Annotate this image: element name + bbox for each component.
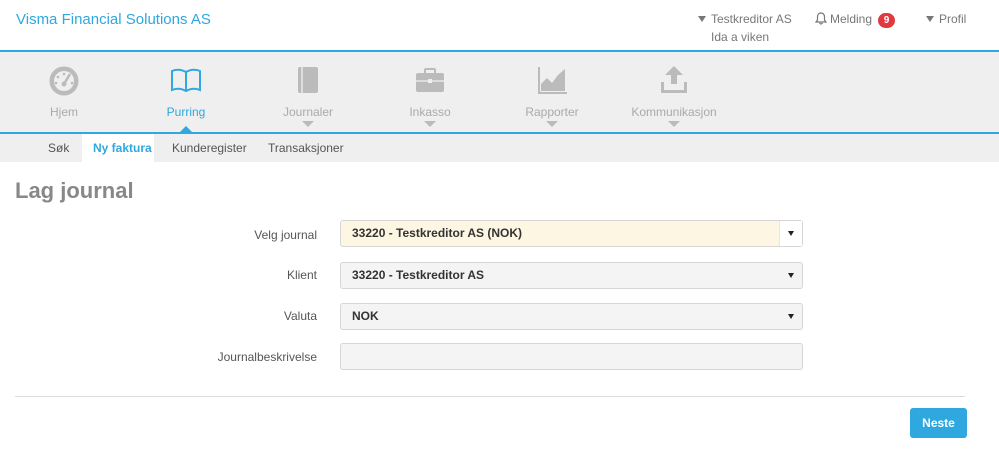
page-title: Lag journal [15, 178, 134, 203]
dropdown-arrow-icon [788, 231, 794, 236]
module-hjem[interactable]: Hjem [9, 52, 119, 132]
module-label: Hjem [49, 105, 78, 119]
module-label: Journaler [282, 105, 334, 119]
module-inkasso[interactable]: Inkasso [375, 52, 485, 132]
dashboard-icon [49, 66, 79, 96]
profil-label: Profil [939, 12, 967, 26]
brand-name[interactable]: Visma Financial Solutions AS [16, 11, 211, 28]
valuta-select[interactable]: NOK [340, 303, 803, 330]
klient-value: 33220 - Testkreditor AS [352, 268, 485, 282]
klient-select[interactable]: 33220 - Testkreditor AS [340, 262, 803, 289]
journal-value: 33220 - Testkreditor AS (NOK) [352, 226, 523, 240]
module-journaler[interactable]: Journaler [253, 52, 363, 132]
module-label: Kommunikasjon [631, 105, 717, 119]
chevron-down-icon [546, 121, 558, 127]
subnav-ny-faktura[interactable]: Ny faktura [93, 141, 152, 155]
module-label: Rapporter [525, 105, 579, 119]
briefcase-icon [416, 68, 444, 92]
journal-icon [298, 67, 318, 93]
module-rapporter[interactable]: Rapporter [497, 52, 607, 132]
chart-icon [538, 67, 567, 94]
caret-down-icon [926, 16, 934, 22]
subnav-kunderegister[interactable]: Kunderegister [172, 141, 247, 155]
creditor-menu[interactable]: Testkreditor AS Ida a viken [698, 12, 792, 44]
chevron-down-icon [668, 121, 680, 127]
subnav-sok[interactable]: Søk [48, 141, 69, 155]
beskrivelse-label: Journalbeskrivelse [217, 350, 317, 364]
top-header: Visma Financial Solutions AS Testkredito… [0, 0, 999, 52]
journalbeskrivelse-input[interactable] [340, 343, 803, 370]
profil-menu[interactable]: Profil [926, 12, 966, 26]
sub-nav: Søk Ny faktura Kunderegister Transaksjon… [0, 134, 999, 162]
chevron-down-icon [424, 121, 436, 127]
module-label: Inkasso [409, 105, 451, 119]
module-purring[interactable]: Purring [131, 52, 241, 133]
melding-label: Melding [830, 12, 873, 26]
module-kommunikasjon[interactable]: Kommunikasjon [619, 52, 729, 132]
journal-label: Velg journal [254, 228, 317, 242]
journal-select[interactable]: 33220 - Testkreditor AS (NOK) [340, 220, 803, 247]
chevron-down-icon [302, 121, 314, 127]
dropdown-arrow-icon [788, 273, 794, 278]
user-name: Ida a viken [711, 30, 770, 44]
valuta-value: NOK [352, 309, 379, 323]
caret-down-icon [698, 16, 706, 22]
divider [15, 396, 965, 397]
valuta-label: Valuta [283, 309, 317, 323]
klient-label: Klient [286, 268, 317, 282]
dropdown-arrow-icon [788, 314, 794, 319]
subnav-transaksjoner[interactable]: Transaksjoner [268, 141, 344, 155]
creditor-name: Testkreditor AS [711, 12, 792, 26]
bell-icon [815, 12, 827, 25]
book-icon [171, 68, 201, 93]
active-indicator [179, 126, 193, 133]
melding-menu[interactable]: Melding 9 [815, 12, 896, 28]
neste-button[interactable]: Neste [910, 408, 967, 438]
module-label: Purring [166, 105, 206, 119]
upload-icon [661, 66, 687, 93]
notification-badge: 9 [878, 13, 896, 28]
module-nav: Hjem Purring Journaler Inkasso Rapporter… [0, 52, 999, 134]
